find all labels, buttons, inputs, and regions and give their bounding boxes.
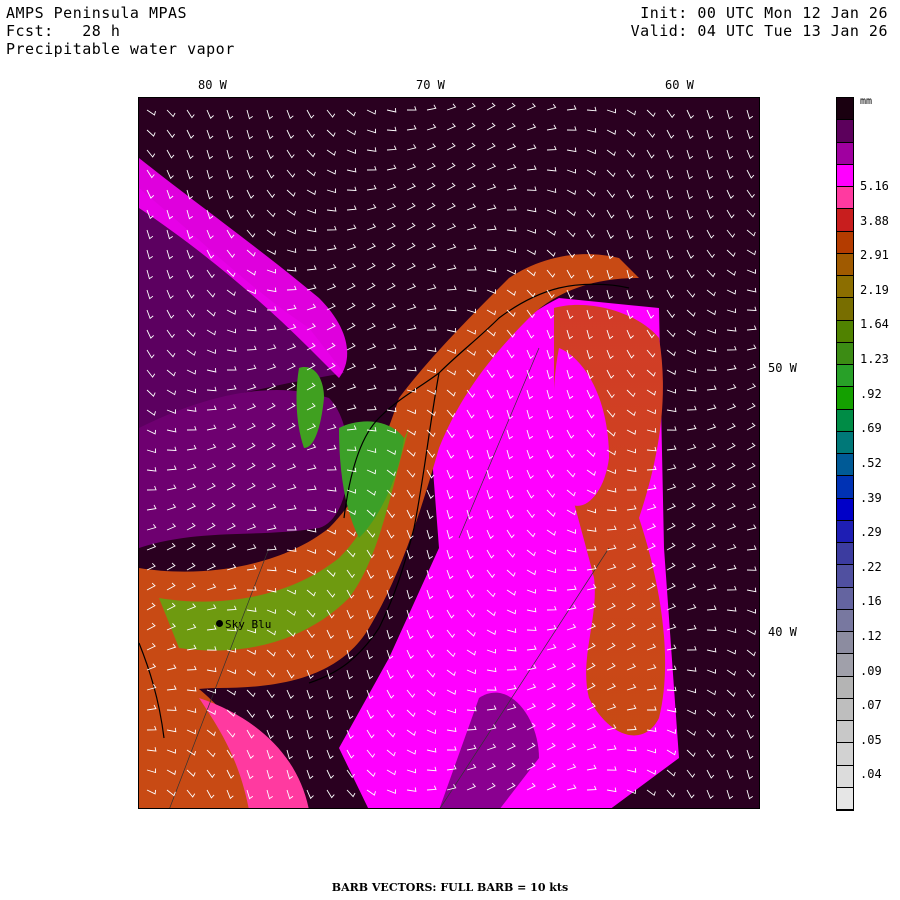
colorbar-cell	[837, 409, 853, 432]
colorbar-label: .69	[860, 421, 882, 436]
barb-legend: BARB VECTORS: FULL BARB = 10 kts	[331, 881, 569, 894]
colorbar-cell	[837, 209, 853, 232]
colorbar-label: 1.64	[860, 317, 889, 332]
header-right: Init: 00 UTC Mon 12 Jan 26 Valid: 04 UTC …	[631, 4, 888, 40]
lon-label-60w: 60 W	[665, 78, 694, 92]
colorbar-label: .22	[860, 559, 882, 574]
colorbar-label: 1.23	[860, 352, 889, 367]
colorbar-label: 2.91	[860, 248, 889, 263]
colorbar-cell	[837, 98, 853, 121]
colorbar-label: .29	[860, 525, 882, 540]
colorbar-label: .92	[860, 386, 882, 401]
lat-label-50: 50 W	[768, 361, 797, 375]
colorbar-label: 3.88	[860, 213, 889, 228]
colorbar-cell	[837, 565, 853, 588]
colorbar-cell	[837, 721, 853, 744]
colorbar-cell	[837, 253, 853, 276]
model-title: AMPS Peninsula MPAS	[6, 4, 188, 22]
colorbar-cell	[837, 632, 853, 655]
colorbar	[836, 97, 854, 811]
colorbar-label: 2.19	[860, 282, 889, 297]
colorbar-cell	[837, 698, 853, 721]
colorbar-cell	[837, 120, 853, 143]
colorbar-cell	[837, 298, 853, 321]
colorbar-cell	[837, 276, 853, 299]
colorbar-cell	[837, 187, 853, 210]
colorbar-cell	[837, 787, 853, 810]
colorbar-label: .52	[860, 455, 882, 470]
colorbar-unit: mm	[860, 96, 873, 107]
colorbar-label: .05	[860, 732, 882, 747]
colorbar-cell	[837, 654, 853, 677]
colorbar-cell	[837, 454, 853, 477]
valid-time: Valid: 04 UTC Tue 13 Jan 26	[630, 22, 888, 40]
forecast-line: Fcst: 28 h	[6, 22, 235, 40]
station-label: Sky Blu	[225, 618, 272, 631]
colorbar-cell	[837, 342, 853, 365]
colorbar-label: .07	[860, 698, 882, 713]
colorbar-cell	[837, 543, 853, 566]
colorbar-cell	[837, 365, 853, 388]
colorbar-cell	[837, 609, 853, 632]
colorbar-label: .04	[860, 767, 882, 782]
colorbar-cell	[837, 476, 853, 499]
colorbar-cell	[837, 520, 853, 543]
colorbar-cell	[837, 765, 853, 788]
colorbar-cell	[837, 231, 853, 254]
colorbar-cell	[837, 164, 853, 187]
colorbar-cell	[837, 142, 853, 165]
colorbar-cell	[837, 431, 853, 454]
map-panel	[138, 97, 760, 809]
lon-label-80w: 80 W	[198, 78, 227, 92]
colorbar-label: .16	[860, 594, 882, 609]
field-title: Precipitable water vapor	[6, 40, 235, 58]
forecast-hours: 28 h	[82, 22, 121, 40]
colorbar-cell	[837, 676, 853, 699]
init-time: Init: 00 UTC Mon 12 Jan 26	[640, 4, 888, 22]
colorbar-cell	[837, 587, 853, 610]
header-left: AMPS Peninsula MPAS Fcst: 28 h Precipitabl…	[6, 4, 235, 58]
pwv-field-map	[139, 98, 759, 808]
colorbar-cell	[837, 387, 853, 410]
colorbar-label: .39	[860, 490, 882, 505]
colorbar-cell	[837, 498, 853, 521]
lat-label-40: 40 W	[768, 625, 797, 639]
colorbar-label: 5.16	[860, 179, 889, 193]
forecast-label: Fcst:	[6, 22, 54, 40]
colorbar-cell	[837, 320, 853, 343]
colorbar-label: .12	[860, 628, 882, 643]
lon-label-70w: 70 W	[416, 78, 445, 92]
colorbar-label: .09	[860, 663, 882, 678]
colorbar-cell	[837, 743, 853, 766]
station-marker	[216, 620, 223, 627]
